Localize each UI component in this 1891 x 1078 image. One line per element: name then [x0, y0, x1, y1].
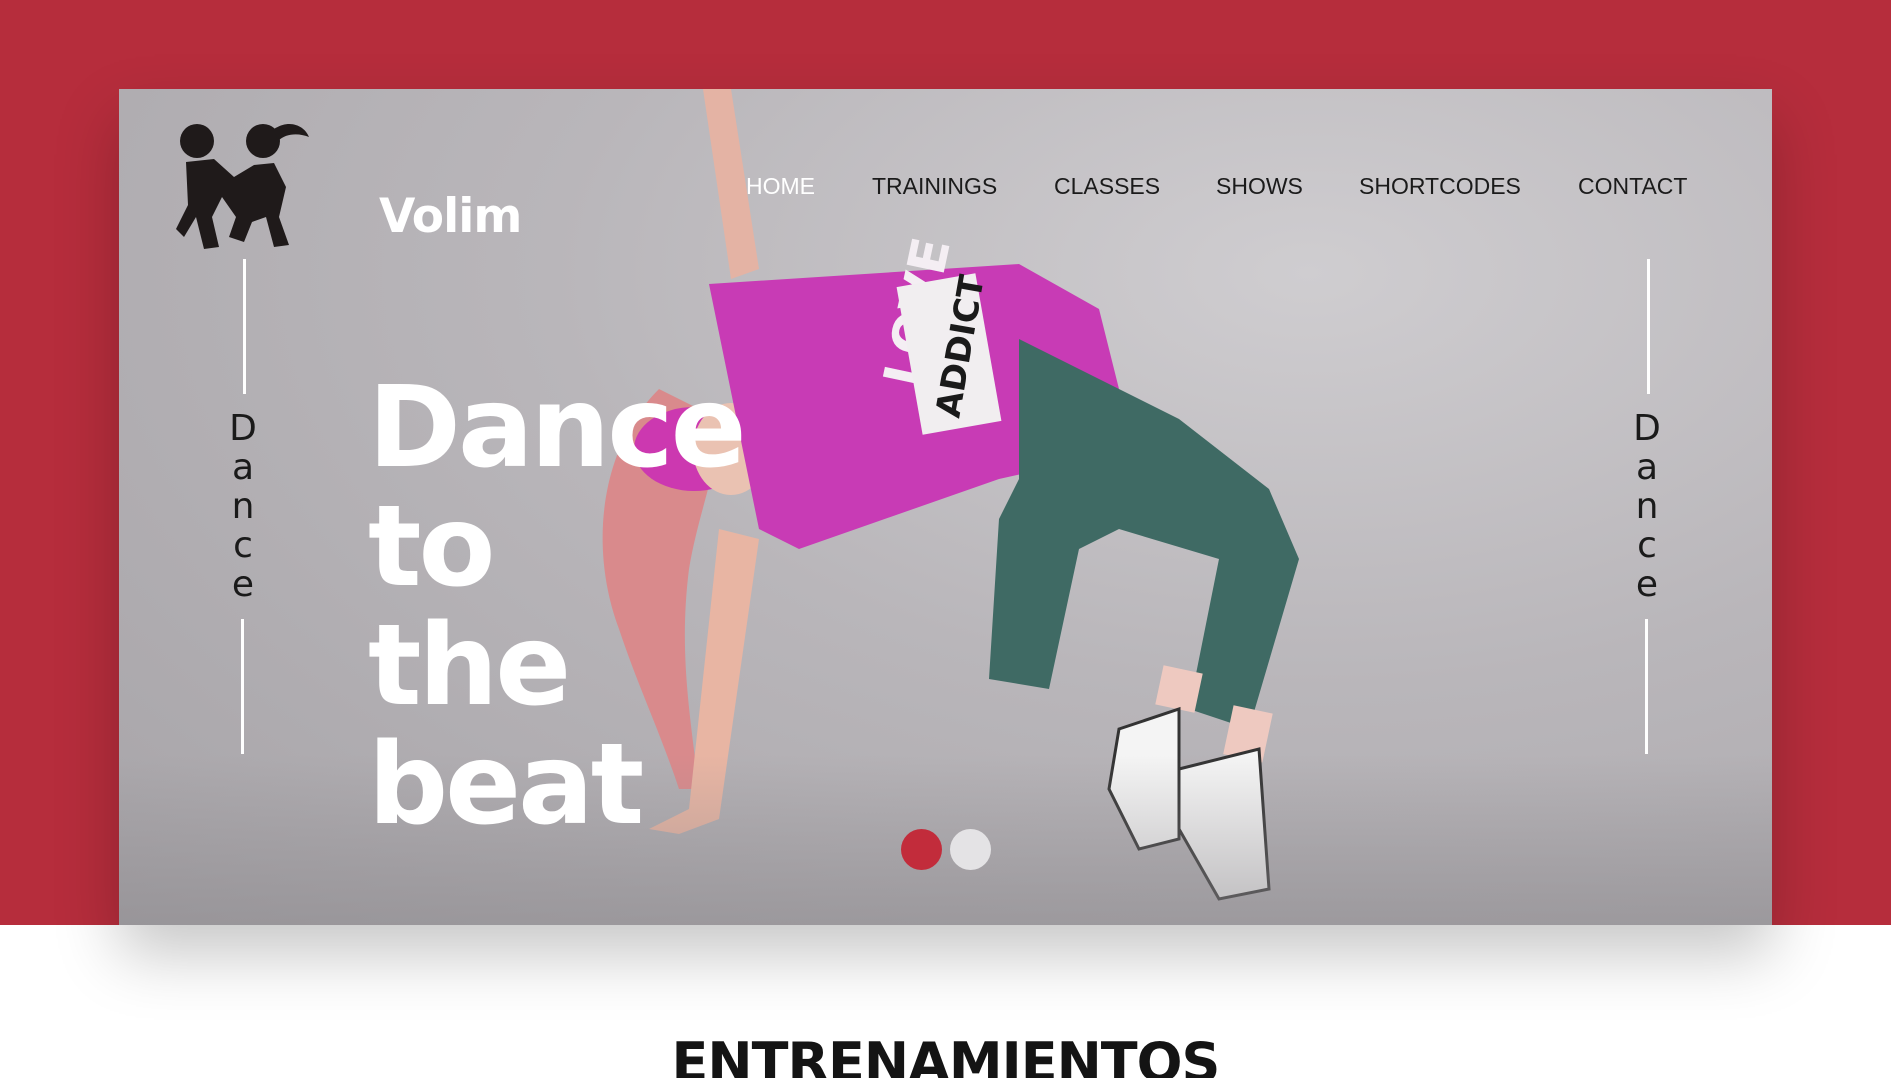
headline-line-2: to — [368, 482, 495, 612]
side-label-right: Dance — [1633, 408, 1661, 605]
side-divider-right-bottom — [1645, 619, 1648, 754]
nav-item-contact[interactable]: CONTACT — [1578, 173, 1687, 200]
hero-headline: Dance to the beat — [368, 369, 788, 845]
section-title-trainings: ENTRENAMIENTOS — [671, 1031, 1221, 1078]
nav-item-home[interactable]: HOME — [746, 173, 815, 200]
headline-line-1: Dance — [368, 363, 747, 493]
nav-item-shortcodes[interactable]: SHORTCODES — [1359, 173, 1521, 200]
side-divider-right-top — [1647, 259, 1650, 394]
slider-dot-1[interactable] — [901, 829, 942, 870]
side-divider-left-bottom — [241, 619, 244, 754]
headline-line-3: the — [368, 601, 571, 731]
headline-line-4: beat — [368, 720, 644, 850]
nav-item-classes[interactable]: CLASSES — [1054, 173, 1160, 200]
nav-item-shows[interactable]: SHOWS — [1216, 173, 1303, 200]
nav-item-trainings[interactable]: TRAININGS — [872, 173, 997, 200]
side-label-left: Dance — [229, 408, 257, 605]
hero-slider: LOVE ADDICT Volim HOME TRAININGS CLASSES… — [119, 89, 1772, 925]
slider-pagination — [901, 829, 991, 870]
main-navigation: HOME TRAININGS CLASSES SHOWS SHORTCODES … — [119, 173, 1772, 203]
slider-dot-2[interactable] — [950, 829, 991, 870]
side-divider-left-top — [243, 259, 246, 394]
